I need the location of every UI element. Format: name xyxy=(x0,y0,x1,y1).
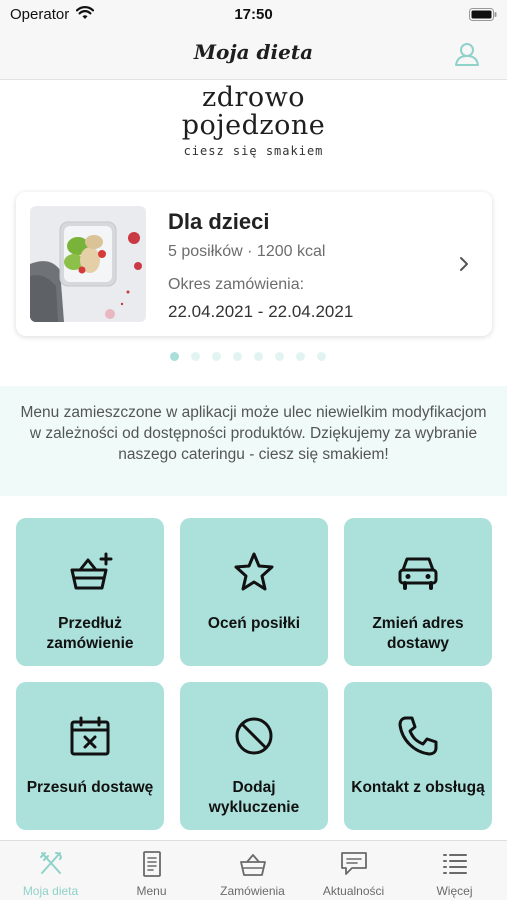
list-icon xyxy=(442,854,467,874)
tile-label: Przesuń dostawę xyxy=(26,779,154,796)
basket-plus-icon xyxy=(70,552,113,590)
brand-logo: zdrowo pojedzone ciesz się smakiem xyxy=(0,82,507,159)
battery-icon xyxy=(469,8,497,26)
person-icon xyxy=(455,43,479,66)
car-icon xyxy=(398,557,438,590)
tab-label: Zamówienia xyxy=(220,884,285,898)
tile-label: Dodaj wykluczenie xyxy=(208,779,300,816)
info-notice: Menu zamieszczone w aplikacji może ulec … xyxy=(0,386,507,496)
order-period: 22.04.2021 - 22.04.2021 xyxy=(168,302,354,321)
profile-button[interactable] xyxy=(453,40,481,68)
extend-order-tile[interactable]: Przedłuż zamówienie xyxy=(16,518,164,666)
page-dot[interactable] xyxy=(296,352,305,361)
tile-label: Zmień adres dostawy xyxy=(372,615,464,652)
tile-label: Przedłuż zamówienie xyxy=(46,615,134,652)
order-period-label: Okres zamówienia: xyxy=(168,276,305,293)
notice-text: Menu zamieszczone w aplikacji może ulec … xyxy=(20,404,487,463)
phone-icon xyxy=(398,716,438,756)
tab-label: Aktualności xyxy=(322,884,385,898)
page-dot[interactable] xyxy=(317,352,326,361)
chevron-right-icon[interactable] xyxy=(458,256,470,272)
diet-photo xyxy=(30,206,146,322)
calendar-x-icon xyxy=(70,716,110,756)
tab-menu[interactable]: Menu xyxy=(101,841,202,900)
reschedule-delivery-tile[interactable]: Przesuń dostawę xyxy=(16,682,164,830)
prohibited-icon xyxy=(235,717,273,755)
page-dot[interactable] xyxy=(254,352,263,361)
diet-meta: 5 posiłków · 1200 kcal xyxy=(168,243,326,260)
tab-label: Menu xyxy=(136,884,167,898)
tab-news[interactable]: Aktualności xyxy=(303,841,404,900)
page-dot[interactable] xyxy=(275,352,284,361)
chat-icon xyxy=(340,852,367,875)
document-icon xyxy=(142,851,161,877)
logo-tagline: ciesz się smakiem xyxy=(183,144,324,158)
tab-orders[interactable]: Zamówienia xyxy=(202,841,303,900)
add-exclusion-tile[interactable]: Dodaj wykluczenie xyxy=(180,682,328,830)
page-dot[interactable] xyxy=(191,352,200,361)
page-dot-active[interactable] xyxy=(170,352,179,361)
tab-more[interactable]: Więcej xyxy=(404,841,505,900)
status-bar: Operator 17:50 xyxy=(0,0,507,28)
navigation-bar: Moja dieta xyxy=(0,28,507,80)
star-icon xyxy=(234,552,274,591)
diet-card[interactable]: Dla dzieci 5 posiłków · 1200 kcal Okres … xyxy=(16,192,492,336)
page-dot[interactable] xyxy=(233,352,242,361)
logo-line-1: zdrowo xyxy=(201,82,306,113)
change-address-tile[interactable]: Zmień adres dostawy xyxy=(344,518,492,666)
tab-my-diet[interactable]: Moja dieta xyxy=(0,841,101,900)
page-dot[interactable] xyxy=(212,352,221,361)
page-title: Moja dieta xyxy=(193,40,314,64)
page-indicator[interactable] xyxy=(170,352,326,364)
tab-bar: Moja dieta Menu Zamówienia Aktualności W… xyxy=(0,840,507,900)
tab-label: Moja dieta xyxy=(22,884,79,898)
contact-support-tile[interactable]: Kontakt z obsługą xyxy=(344,682,492,830)
tab-label: Więcej xyxy=(436,884,473,898)
rate-meals-tile[interactable]: Oceń posiłki xyxy=(180,518,328,666)
basket-icon xyxy=(239,854,266,876)
tile-label: Kontakt z obsługą xyxy=(351,779,485,796)
cutlery-icon xyxy=(39,852,62,874)
tile-label: Oceń posiłki xyxy=(207,615,301,632)
logo-line-2: pojedzone xyxy=(181,110,326,141)
diet-name: Dla dzieci xyxy=(168,209,270,234)
clock: 17:50 xyxy=(234,6,273,23)
